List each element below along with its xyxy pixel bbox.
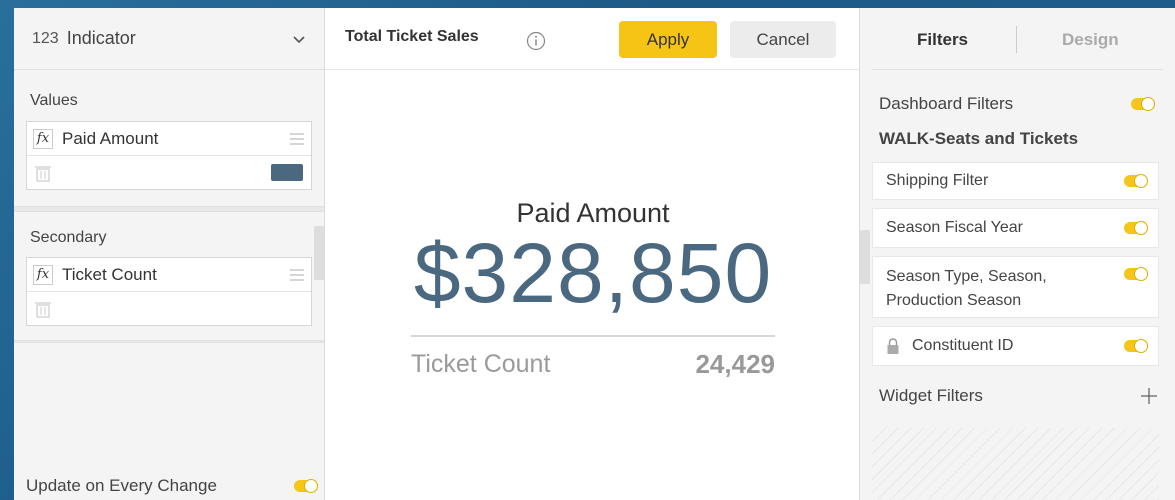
widget-toolbar: Total Ticket Sales Apply Cancel (325, 8, 859, 70)
indicator-widget: Paid Amount $328,850 Ticket Count 24,429 (411, 198, 775, 380)
section-divider (14, 206, 324, 212)
filter-label[interactable]: Season Type, Season, Production Season (886, 265, 1047, 313)
section-divider (14, 340, 324, 343)
update-on-change-row: Update on Every Change (26, 476, 318, 496)
dashboard-filters-toggle[interactable] (1131, 97, 1155, 111)
widget-filters-drop-area[interactable] (872, 428, 1159, 500)
filter-toggle[interactable] (1124, 267, 1148, 281)
tab-design[interactable]: Design (1062, 30, 1119, 50)
right-panel-collapse-handle[interactable] (860, 230, 870, 284)
filter-item-season-fiscal-year[interactable]: Season Fiscal Year (872, 208, 1159, 248)
plus-icon[interactable] (1140, 387, 1158, 405)
values-field-actions (27, 156, 311, 189)
widget-filters-label: Widget Filters (879, 386, 983, 405)
info-icon[interactable] (526, 31, 546, 51)
values-field-row[interactable]: fx Paid Amount (27, 122, 311, 156)
indicator-secondary-row: Ticket Count 24,429 (411, 349, 775, 380)
left-panel: 123 Indicator Values fx Paid Amount Seco… (14, 8, 325, 500)
widget-filters-row: Widget Filters (879, 386, 1158, 406)
dashboard-filters-label: Dashboard Filters (879, 94, 1014, 113)
cancel-button[interactable]: Cancel (730, 21, 836, 58)
indicator-secondary-value: 24,429 (695, 349, 775, 379)
filter-label[interactable]: Season Fiscal Year (886, 219, 1023, 237)
update-on-change-toggle[interactable] (294, 479, 318, 493)
menu-icon[interactable] (289, 268, 305, 282)
indicator-primary-value: $328,850 (413, 226, 773, 320)
filter-label-line2: Production Season (886, 292, 1022, 309)
lock-icon (887, 337, 899, 354)
chevron-down-icon (293, 35, 305, 43)
values-field-label[interactable]: Paid Amount (62, 129, 158, 149)
filter-label[interactable]: Constituent ID (912, 337, 1013, 355)
filter-item-season-type[interactable]: Season Type, Season, Production Season (872, 256, 1159, 318)
filter-item-shipping[interactable]: Shipping Filter (872, 162, 1159, 200)
tab-filters[interactable]: Filters (917, 30, 968, 50)
values-section-label: Values (30, 92, 78, 109)
filter-toggle[interactable] (1124, 221, 1148, 235)
filter-label-line1: Season Type, Season, (886, 268, 1047, 285)
filter-toggle[interactable] (1124, 174, 1148, 188)
data-source-label: WALK-Seats and Tickets (879, 129, 1079, 148)
widget-title[interactable]: Total Ticket Sales (345, 28, 479, 46)
apply-button[interactable]: Apply (619, 21, 717, 58)
indicator-primary-label: Paid Amount (516, 198, 670, 228)
filter-toggle[interactable] (1124, 339, 1148, 353)
trash-icon[interactable] (35, 164, 51, 182)
formula-icon[interactable]: fx (33, 264, 53, 285)
indicator-type-label: Indicator (66, 28, 136, 48)
dashboard-filters-row: Dashboard Filters (879, 94, 1155, 114)
trash-icon[interactable] (35, 300, 51, 318)
secondary-field-label[interactable]: Ticket Count (62, 265, 157, 285)
panel-tabs: Filters Design (872, 8, 1163, 70)
widget-preview: Total Ticket Sales Apply Cancel Paid Amo… (325, 8, 859, 500)
left-panel-collapse-handle[interactable] (314, 226, 325, 280)
secondary-section-label: Secondary (30, 229, 107, 246)
secondary-field-box: fx Ticket Count (26, 257, 312, 326)
filter-label[interactable]: Shipping Filter (886, 172, 988, 190)
color-swatch[interactable] (271, 164, 303, 181)
values-field-box: fx Paid Amount (26, 121, 312, 190)
secondary-field-actions (27, 292, 311, 325)
update-on-change-label: Update on Every Change (26, 476, 217, 495)
right-panel: Filters Design Dashboard Filters WALK-Se… (859, 8, 1175, 500)
formula-icon[interactable]: fx (33, 128, 53, 149)
indicator-divider (411, 335, 775, 337)
indicator-number-icon: 123 (32, 29, 59, 47)
indicator-type-dropdown[interactable]: 123 Indicator (14, 8, 324, 70)
filter-item-constituent-id[interactable]: Constituent ID (872, 326, 1159, 366)
menu-icon[interactable] (289, 132, 305, 146)
dashboard-editor: 123 Indicator Values fx Paid Amount Seco… (14, 8, 1175, 500)
secondary-field-row[interactable]: fx Ticket Count (27, 258, 311, 292)
tab-separator (1016, 26, 1017, 53)
indicator-secondary-label: Ticket Count (411, 350, 551, 378)
